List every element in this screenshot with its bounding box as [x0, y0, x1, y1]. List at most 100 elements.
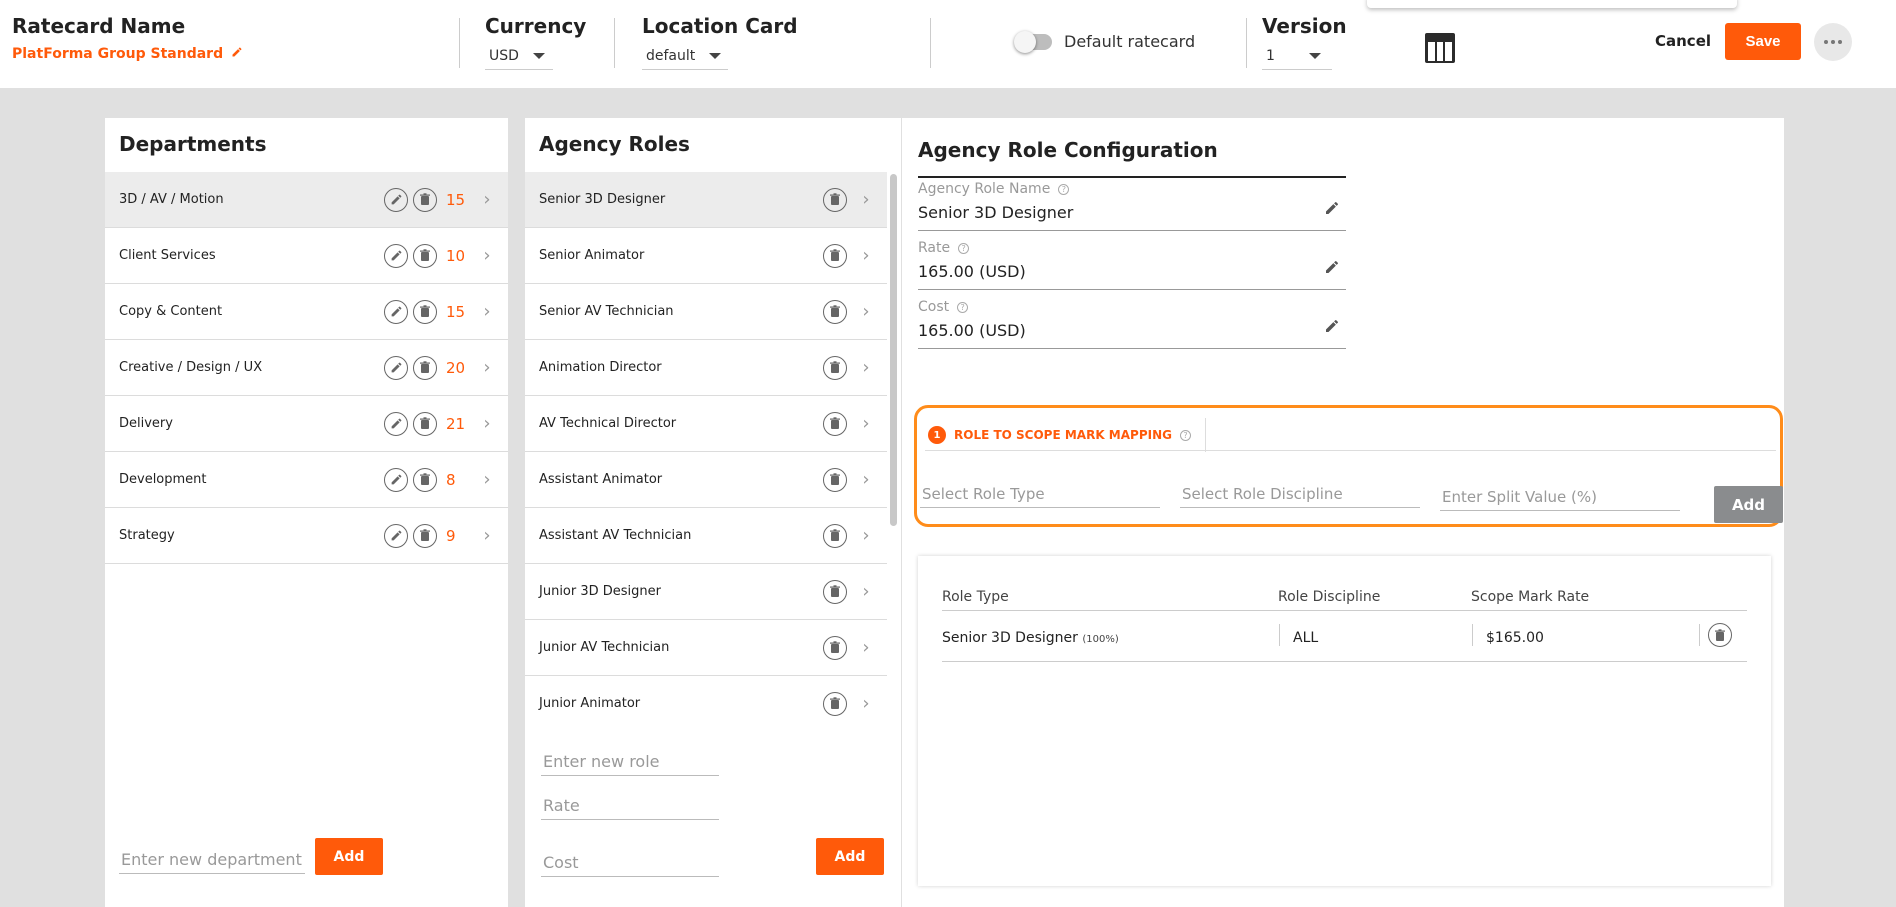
- role-row[interactable]: Animation Director ›: [525, 340, 887, 396]
- chevron-right-icon[interactable]: ›: [857, 301, 875, 322]
- add-mapping-button[interactable]: Add: [1714, 486, 1783, 523]
- role-type-select[interactable]: [920, 481, 1160, 508]
- more-options-button[interactable]: [1814, 23, 1852, 61]
- trash-icon[interactable]: [413, 411, 437, 436]
- currency-select[interactable]: USD: [485, 45, 553, 70]
- role-row[interactable]: AV Technical Director ›: [525, 396, 887, 452]
- help-icon[interactable]: ?: [958, 242, 970, 254]
- chevron-right-icon[interactable]: ›: [857, 189, 875, 210]
- trash-icon[interactable]: [823, 299, 847, 324]
- chevron-right-icon[interactable]: ›: [857, 525, 875, 546]
- trash-icon[interactable]: [823, 635, 847, 660]
- cancel-button[interactable]: Cancel: [1655, 32, 1711, 50]
- help-icon[interactable]: ?: [1058, 183, 1070, 195]
- new-role-rate-input[interactable]: [541, 792, 719, 820]
- column-header-role-discipline: Role Discipline: [1278, 589, 1381, 605]
- default-ratecard-toggle[interactable]: Default ratecard: [1014, 30, 1196, 53]
- chevron-right-icon[interactable]: ›: [857, 469, 875, 490]
- department-row[interactable]: Creative / Design / UX 20 ›: [105, 340, 508, 396]
- dropdown-popup-edge: [1367, 0, 1737, 8]
- pencil-icon[interactable]: [384, 299, 408, 324]
- chevron-right-icon[interactable]: ›: [857, 581, 875, 602]
- location-title: Location Card: [642, 14, 798, 38]
- trash-icon[interactable]: [413, 355, 437, 380]
- chevron-right-icon[interactable]: ›: [478, 413, 496, 434]
- chevron-right-icon[interactable]: ›: [478, 301, 496, 322]
- table-icon[interactable]: [1424, 32, 1456, 68]
- pencil-icon[interactable]: [1324, 200, 1340, 220]
- trash-icon[interactable]: [823, 243, 847, 268]
- role-row[interactable]: Junior AV Technician ›: [525, 620, 887, 676]
- pencil-icon[interactable]: [384, 411, 408, 436]
- pencil-icon[interactable]: [384, 243, 408, 268]
- help-icon[interactable]: ?: [957, 301, 969, 313]
- trash-icon[interactable]: [1708, 623, 1732, 647]
- trash-icon[interactable]: [823, 355, 847, 380]
- role-row[interactable]: Senior 3D Designer ›: [525, 172, 887, 228]
- trash-icon[interactable]: [823, 411, 847, 436]
- role-row[interactable]: Senior AV Technician ›: [525, 284, 887, 340]
- trash-icon[interactable]: [823, 187, 847, 212]
- department-row[interactable]: Strategy 9 ›: [105, 508, 508, 564]
- trash-icon[interactable]: [823, 523, 847, 548]
- department-row[interactable]: Development 8 ›: [105, 452, 508, 508]
- cell-role-discipline: ALL: [1293, 630, 1319, 646]
- trash-icon[interactable]: [823, 579, 847, 604]
- role-row[interactable]: Assistant AV Technician ›: [525, 508, 887, 564]
- new-role-cost-input[interactable]: [541, 849, 719, 877]
- agency-role-name-field[interactable]: Agency Role Name? Senior 3D Designer: [918, 181, 1346, 231]
- trash-icon[interactable]: [823, 467, 847, 492]
- department-row[interactable]: 3D / AV / Motion 15 ›: [105, 172, 508, 228]
- chevron-right-icon[interactable]: ›: [478, 525, 496, 546]
- tab-role-to-scope-mark-mapping[interactable]: 1 ROLE TO SCOPE MARK MAPPING ?: [928, 418, 1206, 452]
- pencil-icon[interactable]: [384, 523, 408, 548]
- chevron-right-icon[interactable]: ›: [857, 357, 875, 378]
- department-row[interactable]: Delivery 21 ›: [105, 396, 508, 452]
- trash-icon[interactable]: [413, 299, 437, 324]
- ratecard-name-link[interactable]: PlatForma Group Standard: [12, 46, 243, 62]
- version-select[interactable]: 1: [1262, 45, 1332, 70]
- trash-icon[interactable]: [413, 187, 437, 212]
- chevron-right-icon[interactable]: ›: [857, 245, 875, 266]
- role-row[interactable]: Senior Animator ›: [525, 228, 887, 284]
- chevron-right-icon[interactable]: ›: [857, 413, 875, 434]
- role-discipline-select[interactable]: [1180, 481, 1420, 508]
- pencil-icon[interactable]: [384, 467, 408, 492]
- default-ratecard-label: Default ratecard: [1064, 32, 1196, 51]
- toggle-switch[interactable]: [1014, 30, 1052, 53]
- add-role-button[interactable]: Add: [816, 838, 884, 875]
- new-role-input[interactable]: [541, 748, 719, 776]
- pencil-icon[interactable]: [1324, 259, 1340, 279]
- help-icon[interactable]: ?: [1179, 429, 1191, 441]
- rate-field[interactable]: Rate? 165.00 (USD): [918, 240, 1346, 290]
- role-row[interactable]: Junior Animator ›: [525, 676, 887, 718]
- pencil-icon[interactable]: [231, 46, 243, 62]
- department-row[interactable]: Copy & Content 15 ›: [105, 284, 508, 340]
- location-select[interactable]: default: [642, 45, 728, 70]
- add-department-button[interactable]: Add: [315, 838, 383, 875]
- chevron-right-icon[interactable]: ›: [478, 245, 496, 266]
- trash-icon[interactable]: [413, 523, 437, 548]
- trash-icon[interactable]: [823, 691, 847, 716]
- pencil-icon[interactable]: [384, 355, 408, 380]
- chevron-right-icon[interactable]: ›: [478, 469, 496, 490]
- trash-icon[interactable]: [413, 243, 437, 268]
- trash-icon[interactable]: [413, 467, 437, 492]
- department-row[interactable]: Client Services 10 ›: [105, 228, 508, 284]
- chevron-right-icon[interactable]: ›: [478, 357, 496, 378]
- role-row[interactable]: Junior 3D Designer ›: [525, 564, 887, 620]
- pencil-icon[interactable]: [1324, 318, 1340, 338]
- split-value-input[interactable]: [1440, 484, 1680, 511]
- roles-scrollbar[interactable]: [890, 174, 897, 526]
- role-label: Senior Animator: [539, 248, 645, 263]
- chevron-right-icon[interactable]: ›: [857, 693, 875, 714]
- pencil-icon[interactable]: [384, 187, 408, 212]
- save-button[interactable]: Save: [1725, 23, 1801, 60]
- new-department-input[interactable]: [119, 846, 305, 874]
- chevron-right-icon[interactable]: ›: [857, 637, 875, 658]
- departments-list: 3D / AV / Motion 15 › Client Services 10 › Cop…: [105, 172, 508, 564]
- cost-field[interactable]: Cost? 165.00 (USD): [918, 299, 1346, 349]
- chevron-right-icon[interactable]: ›: [478, 189, 496, 210]
- role-row[interactable]: Assistant Animator ›: [525, 452, 887, 508]
- location-value: default: [646, 48, 696, 64]
